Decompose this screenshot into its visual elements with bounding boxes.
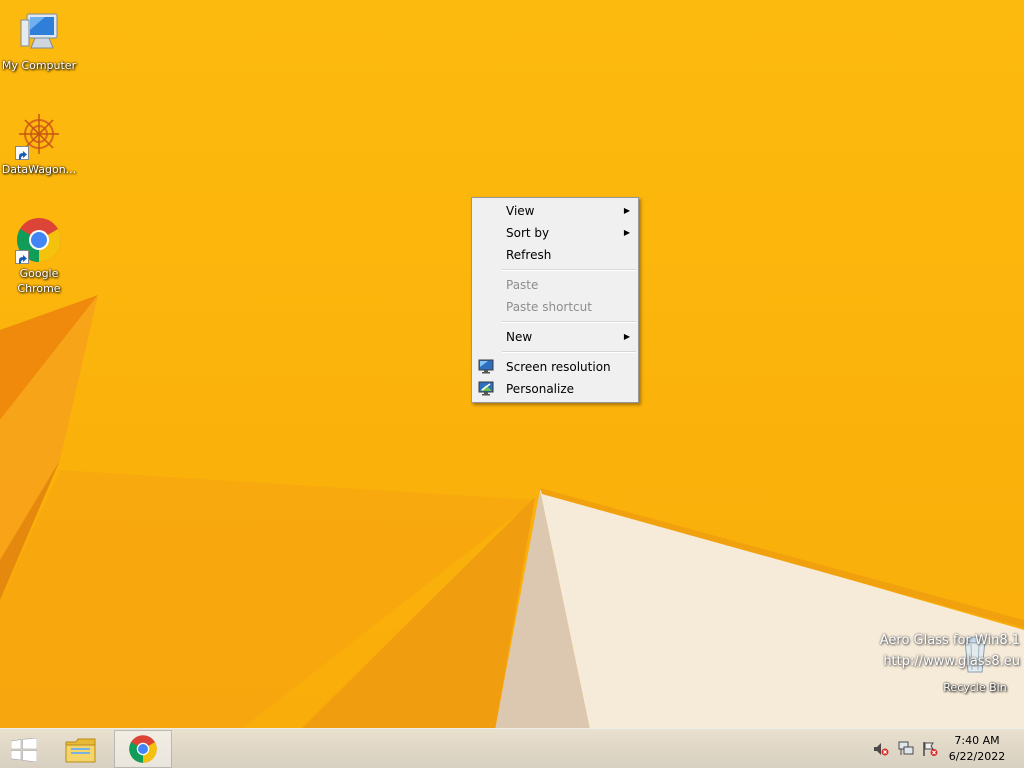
watermark-line-2: http://www.glass8.eu bbox=[883, 654, 1020, 669]
desktop-icon-label: My Computer bbox=[1, 59, 77, 72]
taskbar-clock[interactable]: 7:40 AM 6/22/2022 bbox=[942, 733, 1012, 765]
desktop-icon-my-computer[interactable]: My Computer bbox=[1, 8, 77, 73]
menu-separator bbox=[502, 351, 636, 353]
menu-item-label: Sort by bbox=[506, 226, 550, 240]
desktop-icon-datawagon[interactable]: DataWagon... bbox=[1, 112, 77, 177]
start-button[interactable] bbox=[0, 730, 48, 768]
menu-item-label: New bbox=[506, 330, 533, 344]
menu-item-personalize[interactable]: Personalize bbox=[472, 378, 638, 400]
desktop-icon-google-chrome[interactable]: Google Chrome bbox=[1, 216, 77, 296]
menu-item-label: Personalize bbox=[506, 382, 575, 396]
volume-muted-icon[interactable] bbox=[873, 741, 889, 757]
menu-separator bbox=[502, 321, 636, 323]
folder-icon bbox=[65, 736, 97, 768]
menu-item-label: Screen resolution bbox=[506, 360, 611, 374]
taskbar-chrome-button[interactable] bbox=[114, 730, 172, 768]
desktop-icon-label: Recycle Bin bbox=[943, 681, 1007, 694]
menu-separator bbox=[502, 269, 636, 271]
menu-item-paste: Paste bbox=[472, 274, 638, 296]
menu-item-refresh[interactable]: Refresh bbox=[472, 244, 638, 266]
clock-date: 6/22/2022 bbox=[948, 750, 1006, 763]
network-icon[interactable] bbox=[898, 741, 914, 757]
desktop-context-menu: View ▶ Sort by ▶ Refresh Paste Paste sho… bbox=[471, 197, 639, 403]
menu-item-paste-shortcut: Paste shortcut bbox=[472, 296, 638, 318]
computer-icon bbox=[15, 8, 63, 56]
menu-item-new[interactable]: New ▶ bbox=[472, 326, 638, 348]
menu-item-screen-resolution[interactable]: Screen resolution bbox=[472, 356, 638, 378]
clock-time: 7:40 AM bbox=[954, 734, 1000, 747]
desktop-icon-label: Google Chrome bbox=[17, 267, 61, 295]
shortcut-arrow-icon bbox=[15, 146, 29, 160]
chrome-icon bbox=[15, 216, 63, 264]
watermark-line-1: Aero Glass for Win8.1 bbox=[879, 633, 1020, 648]
datawagon-icon bbox=[15, 112, 63, 160]
personalize-icon bbox=[478, 381, 494, 396]
action-center-flag-icon[interactable] bbox=[922, 741, 938, 757]
menu-item-label: View bbox=[506, 204, 535, 218]
submenu-arrow-icon: ▶ bbox=[623, 228, 630, 237]
menu-item-label: Paste bbox=[506, 278, 539, 292]
taskbar-file-explorer-button[interactable] bbox=[56, 730, 106, 768]
menu-item-view[interactable]: View ▶ bbox=[472, 200, 638, 222]
menu-item-sort-by[interactable]: Sort by ▶ bbox=[472, 222, 638, 244]
taskbar: 7:40 AM 6/22/2022 bbox=[0, 728, 1024, 768]
chrome-icon bbox=[128, 734, 158, 768]
menu-item-label: Paste shortcut bbox=[506, 300, 592, 314]
desktop-icon-label: DataWagon... bbox=[1, 163, 77, 176]
menu-item-label: Refresh bbox=[506, 248, 552, 262]
display-icon bbox=[478, 359, 494, 374]
submenu-arrow-icon: ▶ bbox=[623, 206, 630, 215]
desktop[interactable]: My Computer DataWagon... Google Chrome V… bbox=[0, 0, 1024, 768]
aero-glass-watermark: Aero Glass for Win8.1 http://www.glass8.… bbox=[880, 630, 1020, 672]
submenu-arrow-icon: ▶ bbox=[623, 332, 630, 341]
windows-logo-icon bbox=[10, 737, 38, 766]
shortcut-arrow-icon bbox=[15, 250, 29, 264]
